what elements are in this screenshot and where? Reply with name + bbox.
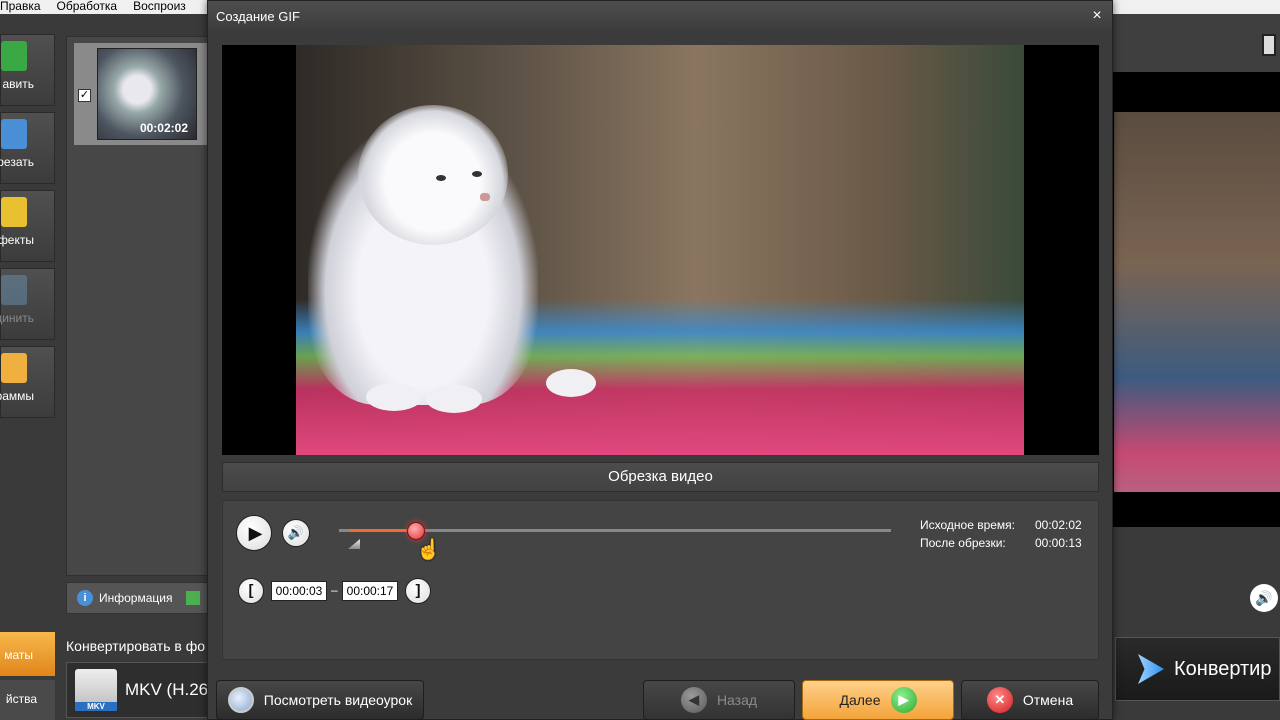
next-button[interactable]: Далее ▶ [802, 680, 954, 720]
source-time-label: Исходное время: [920, 518, 1016, 532]
menu-processing[interactable]: Обработка [57, 0, 118, 14]
cut-label: резать [0, 155, 34, 169]
preview-frame [1114, 112, 1280, 492]
convert-to-format-label: Конвертировать в фо [66, 638, 206, 654]
webcam-icon [227, 687, 254, 713]
after-trim-label: После обрезки: [920, 536, 1006, 550]
back-button-label: Назад [716, 692, 758, 708]
kitten-eye [472, 171, 482, 177]
dialog-title: Создание GIF [216, 9, 300, 24]
convert-button[interactable]: Конвертир [1115, 637, 1280, 701]
main-volume-icon[interactable]: 🔊 [1250, 584, 1278, 612]
start-time-field[interactable]: 00:00:03 [271, 581, 327, 601]
subtitles-label: траммы [0, 389, 34, 403]
dialog-titlebar: Создание GIF × [208, 1, 1112, 33]
cancel-button[interactable]: ✕ Отмена [961, 680, 1099, 720]
info-icon: i [77, 590, 93, 606]
fullscreen-icon[interactable] [1262, 34, 1276, 56]
trim-start-handle[interactable] [348, 539, 361, 549]
info-button[interactable]: Информация [99, 591, 172, 605]
video-frame [296, 45, 1024, 455]
merge-label: динить [0, 311, 34, 325]
end-time-field[interactable]: 00:00:17 [342, 581, 398, 601]
close-icon[interactable]: × [1088, 7, 1106, 25]
set-start-button[interactable]: [ [238, 578, 264, 604]
kitten-paw [366, 383, 422, 411]
volume-icon[interactable]: 🔊 [282, 519, 310, 547]
video-thumbnail-image: 00:02:02 [97, 48, 197, 140]
kitten-head [358, 105, 508, 245]
trim-controls: ▶ 🔊 ☝ Исходное время: 00:02:02 После обр… [222, 500, 1099, 660]
plus-icon[interactable] [186, 591, 201, 605]
thumbnail-checkbox[interactable]: ✓ [78, 89, 91, 102]
right-toolbar [1112, 14, 1280, 72]
kitten-paw [546, 369, 596, 397]
after-trim-value: 00:00:13 [1035, 536, 1082, 550]
convert-arrow-icon [1138, 654, 1164, 684]
main-preview [1112, 72, 1280, 527]
kitten-paw [426, 385, 482, 413]
trim-timeline[interactable] [339, 522, 891, 549]
subtitles-button[interactable]: траммы [0, 346, 55, 418]
time-dash: – [331, 583, 338, 597]
merge-button[interactable]: динить [0, 268, 55, 340]
set-end-button[interactable]: ] [405, 578, 431, 604]
convert-button-label: Конвертир [1174, 657, 1272, 680]
properties-tab[interactable]: йства [0, 680, 55, 720]
tutorial-button-label: Посмотреть видеоурок [263, 692, 413, 708]
next-button-label: Далее [839, 692, 881, 708]
gif-creation-dialog: Создание GIF × Обрезка видео ▶ 🔊 ☝ Исход… [207, 0, 1113, 720]
next-arrow-icon: ▶ [890, 687, 917, 713]
add-video-button[interactable]: авить [0, 34, 55, 106]
video-preview [222, 45, 1099, 455]
magic-wand-icon [1, 197, 27, 227]
play-button[interactable]: ▶ [236, 515, 272, 551]
tutorial-button[interactable]: Посмотреть видеоурок [216, 680, 424, 720]
mkv-badge: MKV [75, 702, 117, 711]
scissors-icon [1, 119, 27, 149]
menu-playback[interactable]: Воспроиз [133, 0, 186, 14]
subtitles-icon [1, 353, 27, 383]
kitten-eye [436, 175, 446, 181]
menu-edit[interactable]: Правка [0, 0, 41, 14]
cut-button[interactable]: резать [0, 112, 55, 184]
left-toolbar: авить резать фекты динить траммы [0, 32, 56, 422]
add-video-icon [1, 41, 27, 71]
kitten-nose [480, 193, 490, 201]
cancel-x-icon: ✕ [986, 687, 1013, 713]
effects-label: фекты [0, 233, 34, 247]
thumbnail-duration: 00:02:02 [139, 121, 188, 135]
time-info: Исходное время: 00:02:02 После обрезки: … [920, 516, 1082, 552]
info-bar: i Информация [66, 582, 214, 614]
effects-button[interactable]: фекты [0, 190, 55, 262]
cancel-button-label: Отмена [1022, 692, 1074, 708]
source-time-value: 00:02:02 [1035, 518, 1082, 532]
back-button[interactable]: ◀ Назад [643, 680, 795, 720]
file-list-panel: ✓ 00:02:02 [66, 36, 214, 576]
mkv-format-icon: MKV [75, 669, 117, 711]
format-name: MKV (H.26 [125, 680, 209, 699]
add-video-label: авить [2, 77, 35, 91]
video-thumbnail-item[interactable]: ✓ 00:02:02 [74, 43, 208, 145]
hand-cursor-icon: ☝ [416, 539, 441, 561]
section-title: Обрезка видео [222, 462, 1099, 492]
formats-tab[interactable]: маты [0, 632, 55, 676]
output-format-selector[interactable]: MKV MKV (H.26 [66, 662, 214, 718]
merge-icon [1, 275, 27, 305]
back-arrow-icon: ◀ [680, 687, 707, 713]
